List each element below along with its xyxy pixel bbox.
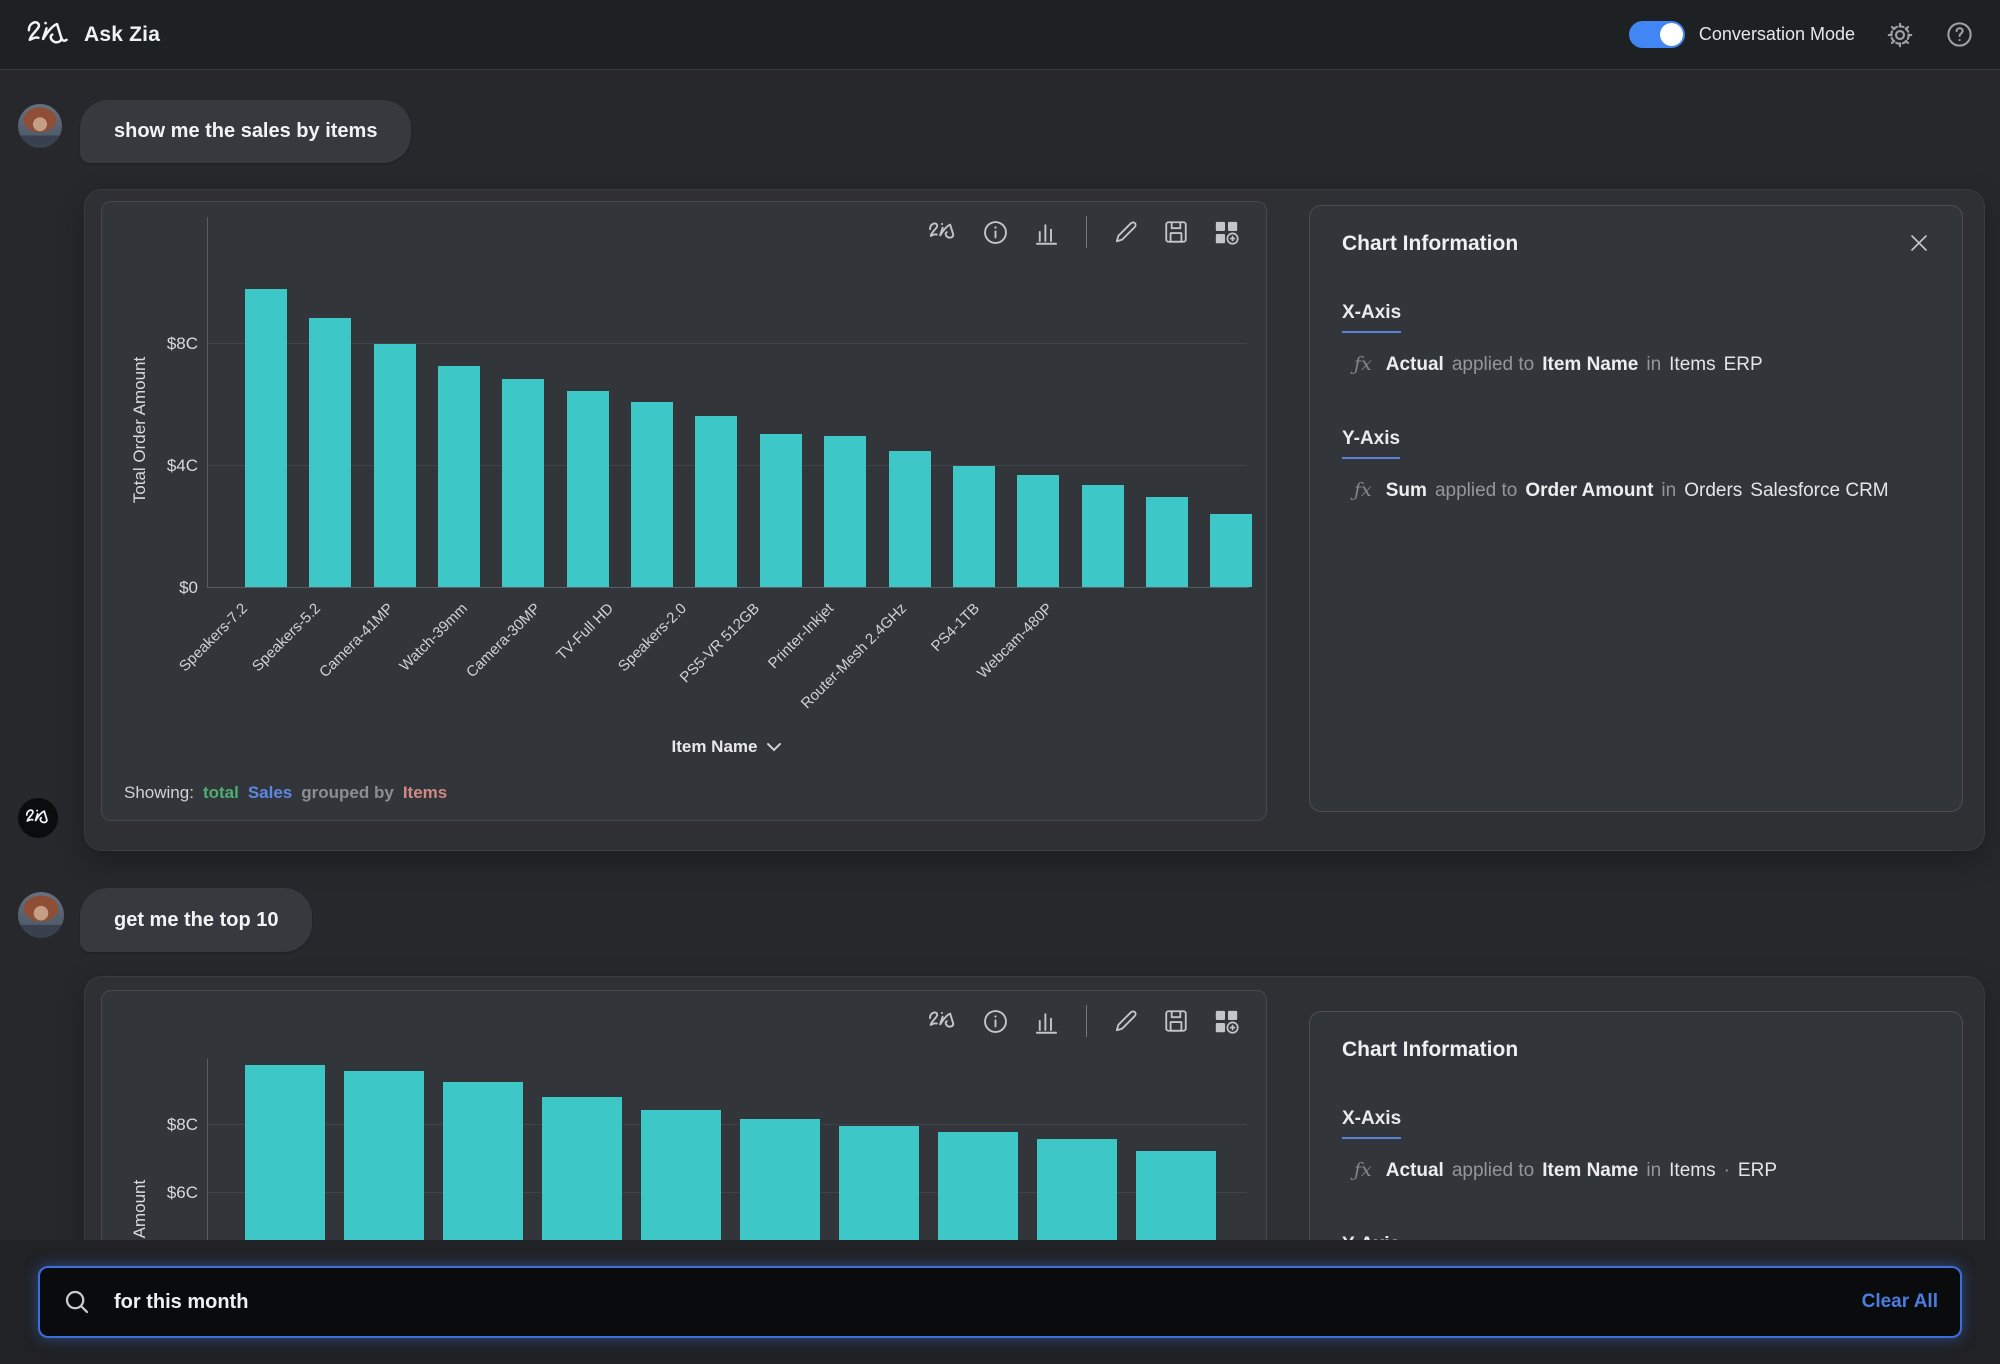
- y-axis-section-heading: Y-Axis: [1342, 428, 1401, 459]
- bar-chart-sales-by-items: $8C $4C $0 Speakers-7.2 Speakers-5.2 Camera-4…: [102, 202, 1266, 820]
- chart-card-1: $8C $4C $0 Speakers-7.2 Speakers-5.2 Camera-4…: [101, 201, 1267, 821]
- search-icon: [62, 1287, 92, 1317]
- x-axis-title[interactable]: Item Name: [207, 734, 1247, 760]
- x-axis-formula: ƒx Actual applied to Item Name in Items ERP: [1354, 353, 1763, 375]
- bar[interactable]: [888, 451, 931, 587]
- x-axis-section-heading: X-Axis: [1342, 1108, 1402, 1139]
- message-text: get me the top 10: [114, 908, 279, 931]
- toggle-knob: [1659, 23, 1683, 46]
- showing-part: total: [202, 783, 239, 802]
- chevron-down-icon: [767, 743, 782, 752]
- user-avatar: [18, 104, 62, 148]
- panel-title: Chart Information: [1342, 1038, 1519, 1061]
- bar[interactable]: [245, 289, 287, 587]
- showing-part: grouped by: [301, 783, 394, 802]
- showing-part: Sales: [247, 783, 293, 802]
- bar[interactable]: [695, 415, 738, 587]
- y-axis-line: [207, 217, 208, 587]
- bar[interactable]: [502, 379, 545, 587]
- ask-zia-app: Ask Zia Conversation Mode show me the sa…: [0, 0, 2000, 1364]
- query-input[interactable]: [112, 1289, 1862, 1315]
- bar[interactable]: [952, 466, 995, 587]
- help-icon[interactable]: [1945, 20, 1974, 49]
- y-tick-label: $0: [179, 578, 198, 597]
- user-avatar: [18, 892, 64, 938]
- bar[interactable]: [566, 391, 609, 587]
- showing-part: Items: [402, 783, 448, 802]
- x-axis-formula: ƒx Actual applied to Item Name in Items · ERP: [1354, 1159, 1777, 1181]
- fx-icon: ƒx: [1354, 1159, 1372, 1181]
- zia-avatar: [18, 798, 58, 838]
- y-axis-formula: ƒx Sum applied to Order Amount in Orders Sales…: [1354, 479, 1889, 501]
- fx-icon: ƒx: [1354, 479, 1372, 501]
- app-title: Ask Zia: [84, 22, 161, 46]
- showing-row: Showing: total Sales grouped by Items: [124, 783, 447, 803]
- bar[interactable]: [1017, 475, 1060, 587]
- fx-icon: ƒx: [1354, 353, 1372, 375]
- gear-icon[interactable]: [1885, 20, 1915, 50]
- query-dock: Clear All: [0, 1240, 2000, 1364]
- bar[interactable]: [1145, 496, 1188, 587]
- user-message-bubble: show me the sales by items: [80, 100, 412, 163]
- conversation-mode-toggle[interactable]: [1628, 21, 1685, 48]
- bar[interactable]: [631, 402, 674, 587]
- message-text: show me the sales by items: [114, 120, 378, 142]
- bar[interactable]: [1210, 513, 1253, 587]
- user-message-bubble: get me the top 10: [80, 888, 313, 952]
- top-bar: Ask Zia Conversation Mode: [0, 0, 2000, 70]
- bar[interactable]: [309, 318, 352, 587]
- y-axis-title: Total Order Amount: [130, 356, 149, 504]
- panel-title: Chart Information: [1342, 232, 1519, 255]
- zia-logo: [26, 17, 68, 53]
- gridline: [207, 342, 1247, 344]
- showing-label: Showing:: [124, 783, 194, 802]
- chart-information-panel-1: Chart Information X-Axis ƒx Actual applied…: [1309, 205, 1963, 812]
- x-axis-section-heading: X-Axis: [1342, 302, 1402, 333]
- conversation-mode-label: Conversation Mode: [1698, 24, 1855, 44]
- close-icon[interactable]: [1908, 232, 1930, 254]
- bar[interactable]: [1081, 484, 1124, 587]
- bar[interactable]: [759, 434, 802, 587]
- bar[interactable]: [438, 365, 481, 587]
- bar[interactable]: [824, 435, 867, 587]
- x-axis-line: [207, 587, 1249, 588]
- bar[interactable]: [373, 344, 416, 587]
- clear-all-button[interactable]: Clear All: [1862, 1291, 1938, 1313]
- reply-card-1: $8C $4C $0 Speakers-7.2 Speakers-5.2 Camera-4…: [84, 189, 1985, 851]
- query-input-container[interactable]: Clear All: [38, 1266, 1962, 1338]
